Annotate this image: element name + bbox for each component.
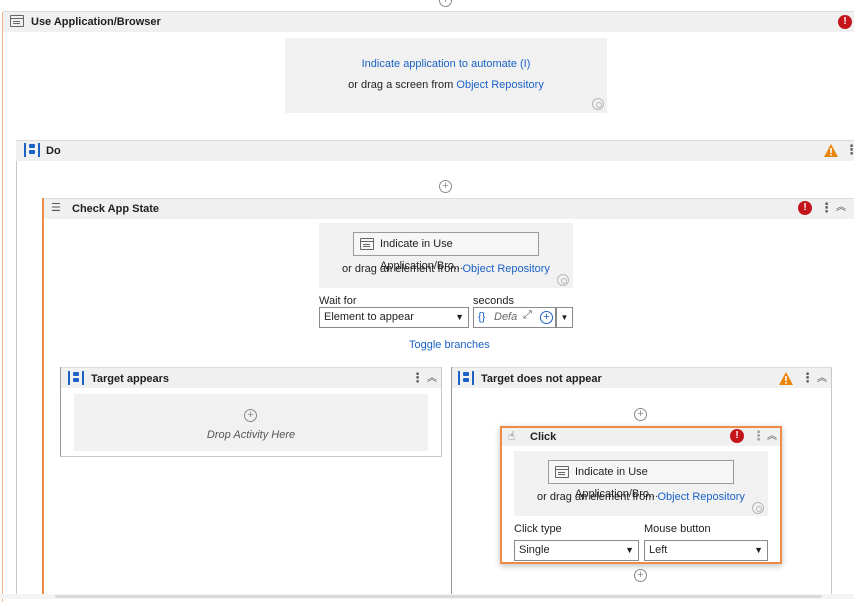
drop-activity-text: Drop Activity Here (206, 429, 296, 441)
target-not-appear-sequence-icon (458, 371, 474, 385)
horizontal-scrollbar-thumb[interactable] (55, 595, 822, 598)
click-drag-prefix: or drag an element from (537, 491, 655, 503)
target-appears-sequence-icon (68, 371, 84, 385)
target-appears-title: Target appears (91, 373, 170, 385)
do-more-icon[interactable]: ⋮ (845, 143, 854, 156)
target-not-appear-left-border (451, 367, 452, 599)
seconds-placeholder: Defa (494, 311, 518, 323)
seconds-dropdown-button[interactable]: ▼ (556, 307, 573, 328)
do-left-border (16, 140, 17, 599)
wait-for-select[interactable]: Element to appear ▼ (319, 307, 469, 328)
horizontal-scrollbar[interactable] (0, 594, 854, 599)
seconds-add-icon[interactable]: + (540, 311, 553, 324)
click-target-icon (752, 502, 764, 514)
seconds-input[interactable]: {} Defa ⤢ + (473, 307, 556, 328)
add-activity-top-icon[interactable]: + (439, 0, 452, 7)
drop-zone-add-icon[interactable]: + (244, 409, 257, 422)
click-error-icon[interactable]: ! (730, 429, 744, 443)
mouse-button-value: Left (649, 544, 668, 556)
expression-brace-icon[interactable]: {} (478, 311, 485, 323)
target-appears-more-icon[interactable]: ⋮ (411, 371, 424, 384)
click-type-value: Single (519, 544, 550, 556)
click-object-repository-link[interactable]: Object Repository (658, 491, 745, 503)
click-title: Click (530, 431, 557, 443)
use-app-target-icon (592, 98, 604, 110)
add-activity-branch-icon[interactable]: + (634, 408, 647, 421)
check-app-state-icon: ☰ (51, 202, 61, 214)
add-activity-do-icon[interactable]: + (439, 180, 452, 193)
cas-indicate-screen-icon (360, 238, 374, 250)
use-app-title: Use Application/Browser (31, 16, 161, 28)
target-appears-collapse-icon[interactable]: ︽ (427, 374, 437, 384)
cas-drag-prefix: or drag an element from (342, 263, 460, 275)
check-app-state-title: Check App State (72, 203, 160, 215)
cas-drag-text: or drag an element from Object Repositor… (319, 263, 573, 275)
do-warning-icon[interactable] (824, 144, 838, 157)
check-app-state-more-icon[interactable]: ⋮ (820, 201, 833, 214)
wait-for-value: Element to appear (324, 311, 414, 323)
use-app-accent-line (2, 12, 3, 602)
mouse-button-select[interactable]: Left ▼ (644, 540, 768, 561)
check-app-state-header[interactable] (44, 198, 854, 219)
check-app-state-collapse-icon[interactable]: ︽ (836, 203, 846, 213)
use-app-drag-text: or drag a screen from Object Repository (285, 79, 607, 91)
target-not-appear-warning-icon[interactable] (779, 372, 793, 385)
use-app-object-repository-link[interactable]: Object Repository (456, 79, 543, 91)
mouse-button-label: Mouse button (644, 523, 711, 535)
use-app-icon (10, 15, 24, 27)
toggle-branches-link[interactable]: Toggle branches (409, 339, 490, 351)
wait-for-label: Wait for (319, 295, 357, 307)
check-app-state-error-icon[interactable]: ! (798, 201, 812, 215)
target-not-appear-more-icon[interactable]: ⋮ (801, 371, 814, 384)
click-drag-text: or drag an element from Object Repositor… (514, 491, 768, 503)
click-type-select[interactable]: Single ▼ (514, 540, 639, 561)
check-app-state-accent (42, 198, 44, 599)
chevron-down-icon: ▼ (625, 545, 634, 555)
indicate-application-link[interactable]: Indicate application to automate (I) (285, 58, 607, 70)
cas-target-icon (557, 274, 569, 286)
target-not-appear-right-border (831, 367, 832, 599)
click-collapse-icon[interactable]: ︽ (767, 432, 777, 442)
click-indicate-screen-icon (555, 466, 569, 478)
use-app-drag-prefix: or drag a screen from (348, 79, 454, 91)
click-more-icon[interactable]: ⋮ (752, 429, 765, 442)
cas-object-repository-link[interactable]: Object Repository (463, 263, 550, 275)
cas-indicate-button[interactable]: Indicate in Use Application/Bro... (353, 232, 539, 272)
target-not-appear-collapse-icon[interactable]: ︽ (817, 374, 827, 384)
expand-editor-icon[interactable]: ⤢ (523, 309, 532, 322)
use-app-error-icon[interactable]: ! (838, 15, 852, 29)
target-not-appear-title: Target does not appear (481, 373, 602, 385)
click-hand-icon: ☝ (508, 429, 516, 443)
chevron-down-icon: ▼ (754, 545, 763, 555)
click-indicate-button[interactable]: Indicate in Use Application/Bro... (548, 460, 734, 500)
do-header[interactable] (16, 140, 854, 161)
click-type-label: Click type (514, 523, 562, 535)
do-title: Do (46, 145, 61, 157)
do-sequence-icon (24, 143, 40, 157)
drop-activity-zone[interactable] (74, 394, 428, 451)
use-app-indicate-area (285, 38, 607, 113)
seconds-label: seconds (473, 295, 514, 307)
add-activity-after-click-icon[interactable]: + (634, 569, 647, 582)
chevron-down-icon: ▼ (455, 312, 464, 322)
